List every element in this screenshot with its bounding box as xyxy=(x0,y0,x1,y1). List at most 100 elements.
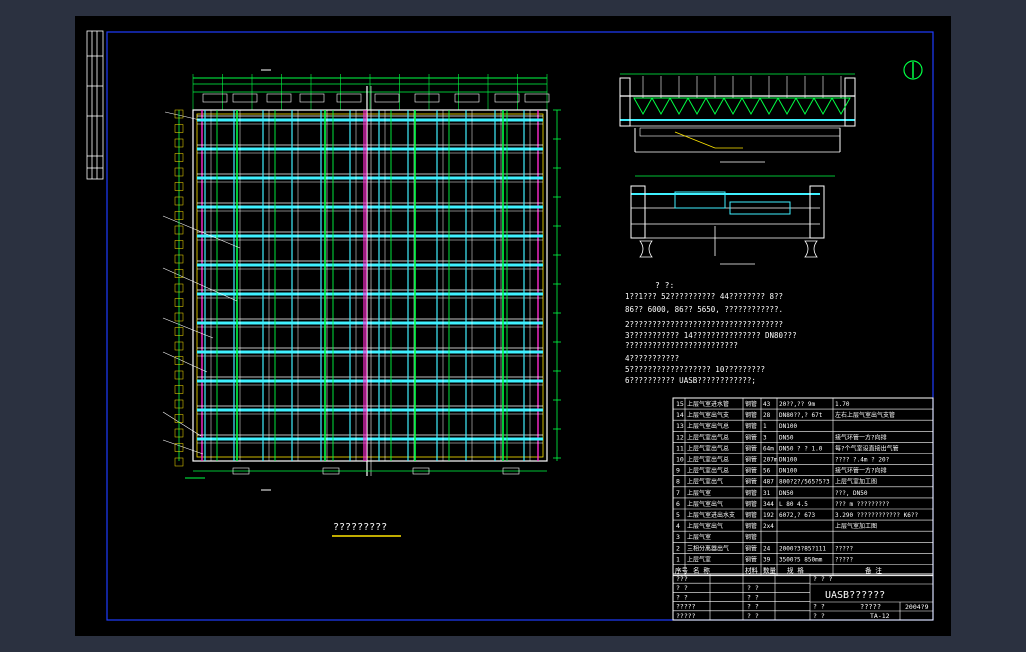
part-spec: 800?2?/565?5?3 xyxy=(779,479,830,486)
part-material: 钢管 xyxy=(745,533,757,541)
part-material: 钢管 xyxy=(745,422,757,430)
part-qty: 207m xyxy=(763,457,778,464)
parts-header-cell: 序号 xyxy=(675,566,689,575)
part-qty: 192 xyxy=(763,512,774,519)
dim-box xyxy=(232,93,258,103)
part-no: 4 xyxy=(676,522,680,530)
part-name: 上层气室 xyxy=(687,489,711,497)
separator-hood xyxy=(741,97,761,116)
dim-box xyxy=(202,93,228,103)
part-material: 钢管 xyxy=(745,522,757,530)
part-material: 钢管 xyxy=(745,456,757,464)
part-qty: 3 xyxy=(763,434,767,441)
part-name: 上层气室出气 xyxy=(687,478,723,486)
part-note: ????? xyxy=(835,545,853,552)
part-spec: DN80??,? 67t xyxy=(779,412,823,419)
part-qty: 2x4 xyxy=(763,523,774,530)
title-row-value: ? ? xyxy=(747,612,759,620)
part-name: 三相分离器出气 xyxy=(687,544,729,552)
part-no: 2 xyxy=(676,544,680,552)
part-note: 每?个气室设直接出气管 xyxy=(835,444,899,452)
title-row-value-2: ? ? xyxy=(813,603,825,611)
part-name: 上层气室进出水支 xyxy=(687,511,735,519)
title-row-value: ? ? xyxy=(747,584,759,592)
title-row-label: ????? xyxy=(676,612,696,620)
part-material: 钢管 xyxy=(745,555,757,563)
title-row-value-2: ? ? xyxy=(813,612,825,620)
separator-hood xyxy=(687,97,707,116)
cad-drawing: ????????? ? ?: 1??1??? 52?????????? 44??… xyxy=(86,30,934,621)
title-row-label: ? ? xyxy=(676,593,688,601)
note-line: ????????????????????????? xyxy=(625,341,738,350)
part-material: 钢管 xyxy=(745,478,757,486)
part-no: 10 xyxy=(676,456,684,464)
drawing-sheet: ????????? ? ?: 1??1??? 52?????????? 44??… xyxy=(75,16,951,636)
leader-line xyxy=(162,351,208,373)
part-material: 钢管 xyxy=(745,411,757,419)
part-spec: DN50 xyxy=(779,434,794,441)
part-note: 上层气室加工图 xyxy=(835,522,877,530)
section-view-2 xyxy=(630,175,835,265)
separator-hood xyxy=(831,97,851,116)
part-name: 上层气室 xyxy=(687,533,711,541)
part-qty: 344 xyxy=(763,501,774,508)
part-spec: DN50 xyxy=(779,490,794,497)
title-row-value: ? ? xyxy=(747,603,759,611)
part-note: 3.290 ???????????? K6?? xyxy=(835,512,918,519)
dim-box xyxy=(494,93,520,103)
part-no: 12 xyxy=(676,433,684,441)
part-spec: 3500?5 850mm xyxy=(779,556,823,563)
revision-strip xyxy=(86,30,104,180)
part-spec: DN100 xyxy=(779,423,797,430)
part-qty: 56 xyxy=(763,468,771,475)
part-no: 5 xyxy=(676,511,680,519)
section2-footing xyxy=(804,240,818,258)
note-line: 1??1??? 52?????????? 44???????? 8?? xyxy=(625,292,783,301)
part-material: 钢管 xyxy=(745,511,757,519)
part-no: 13 xyxy=(676,422,684,430)
note-line: 2?????????????????????????????????? xyxy=(625,320,783,329)
part-spec: DN100 xyxy=(779,468,797,475)
note-line: 6?????????? UASB????????????; xyxy=(625,376,756,385)
dim-box xyxy=(374,93,400,103)
part-material: 钢管 xyxy=(745,467,757,475)
parts-header-cell: 名 称 xyxy=(693,566,710,575)
parts-header-cell: 材料 xyxy=(745,566,759,575)
part-name: 上层气室进水管 xyxy=(687,400,729,408)
part-name: 上层气室出气总 xyxy=(687,444,729,452)
part-spec: DN100 xyxy=(779,457,797,464)
sheet-number: TA-12 xyxy=(870,612,890,620)
notes-heading: ? ?: xyxy=(655,281,674,290)
title-block: ???? ? ?? ?? ?? ?? ??????? ?? ??????? ??… xyxy=(672,573,934,621)
section-wall-right xyxy=(844,77,856,127)
part-material: 钢管 xyxy=(745,489,757,497)
separator-hood xyxy=(633,97,653,116)
part-material: 钢管 xyxy=(745,500,757,508)
section-dim-row xyxy=(639,127,841,137)
parts-header-cell: 备 注 xyxy=(865,566,882,575)
plan-caption: ????????? xyxy=(333,522,387,533)
separator-hood xyxy=(651,97,671,116)
part-name: 上层气室出气 xyxy=(687,500,723,508)
separator-hood xyxy=(813,97,833,116)
part-no: 1 xyxy=(676,555,680,563)
title-block-frame xyxy=(672,573,934,621)
part-qty: 39 xyxy=(763,556,771,563)
notes-block: ? ?: 1??1??? 52?????????? 44???????? 8??… xyxy=(625,281,797,385)
part-no: 14 xyxy=(676,411,684,419)
leader-line xyxy=(162,411,202,437)
title-row-label: ????? xyxy=(676,603,696,611)
part-spec: DN50 ? ? 1.0 xyxy=(779,445,823,452)
part-spec: 20??,?? 9m xyxy=(779,401,816,408)
part-no: 15 xyxy=(676,400,684,408)
note-line: 4??????????? xyxy=(625,354,679,363)
part-material: 钢管 xyxy=(745,433,757,441)
parts-header-cell: 规 格 xyxy=(787,566,804,575)
cad-viewport[interactable]: ????????? ? ?: 1??1??? 52?????????? 44??… xyxy=(0,0,1026,652)
drawing-name: UASB?????? xyxy=(825,590,885,601)
title-row-label: ??? xyxy=(676,575,688,583)
part-note: 1.70 xyxy=(835,401,850,408)
separator-hood xyxy=(759,97,779,116)
part-material: 钢管 xyxy=(745,544,757,552)
center-pipe xyxy=(363,110,367,461)
